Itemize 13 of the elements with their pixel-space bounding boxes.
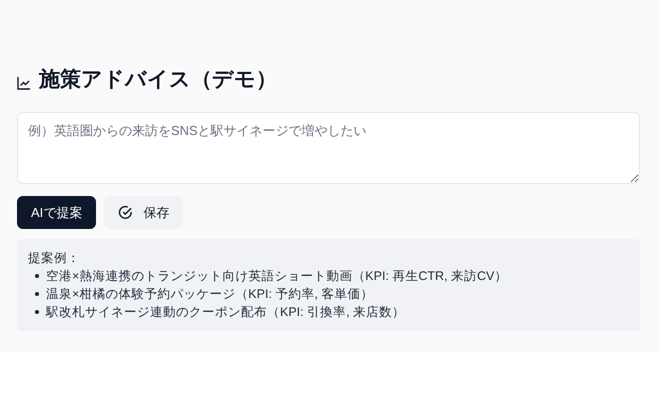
chart-icon: [17, 76, 31, 90]
bullet-icon: [35, 292, 39, 296]
bullet-icon: [35, 274, 39, 278]
prompt-field[interactable]: 例）英語圏からの来訪をSNSと駅サイネージで増やしたい: [17, 112, 640, 184]
save-button[interactable]: 保存: [104, 196, 184, 229]
page-title: 施策アドバイス（デモ）: [39, 67, 277, 94]
check-circle-icon: [118, 205, 134, 220]
bullet-icon: [35, 310, 39, 314]
examples-heading: 提案例：: [28, 250, 81, 267]
example-item: 駅改札サイネージ連動のクーポン配布（KPI: 引換率, 来店数）: [46, 304, 406, 321]
example-item: 空港×熱海連携のトランジット向け英語ショート動画（KPI: 再生CTR, 来訪CV）: [46, 268, 508, 285]
suggest-button[interactable]: AIで提案: [17, 196, 96, 229]
example-item: 温泉×柑橘の体験予約パッケージ（KPI: 予約率, 客単価）: [46, 286, 374, 303]
